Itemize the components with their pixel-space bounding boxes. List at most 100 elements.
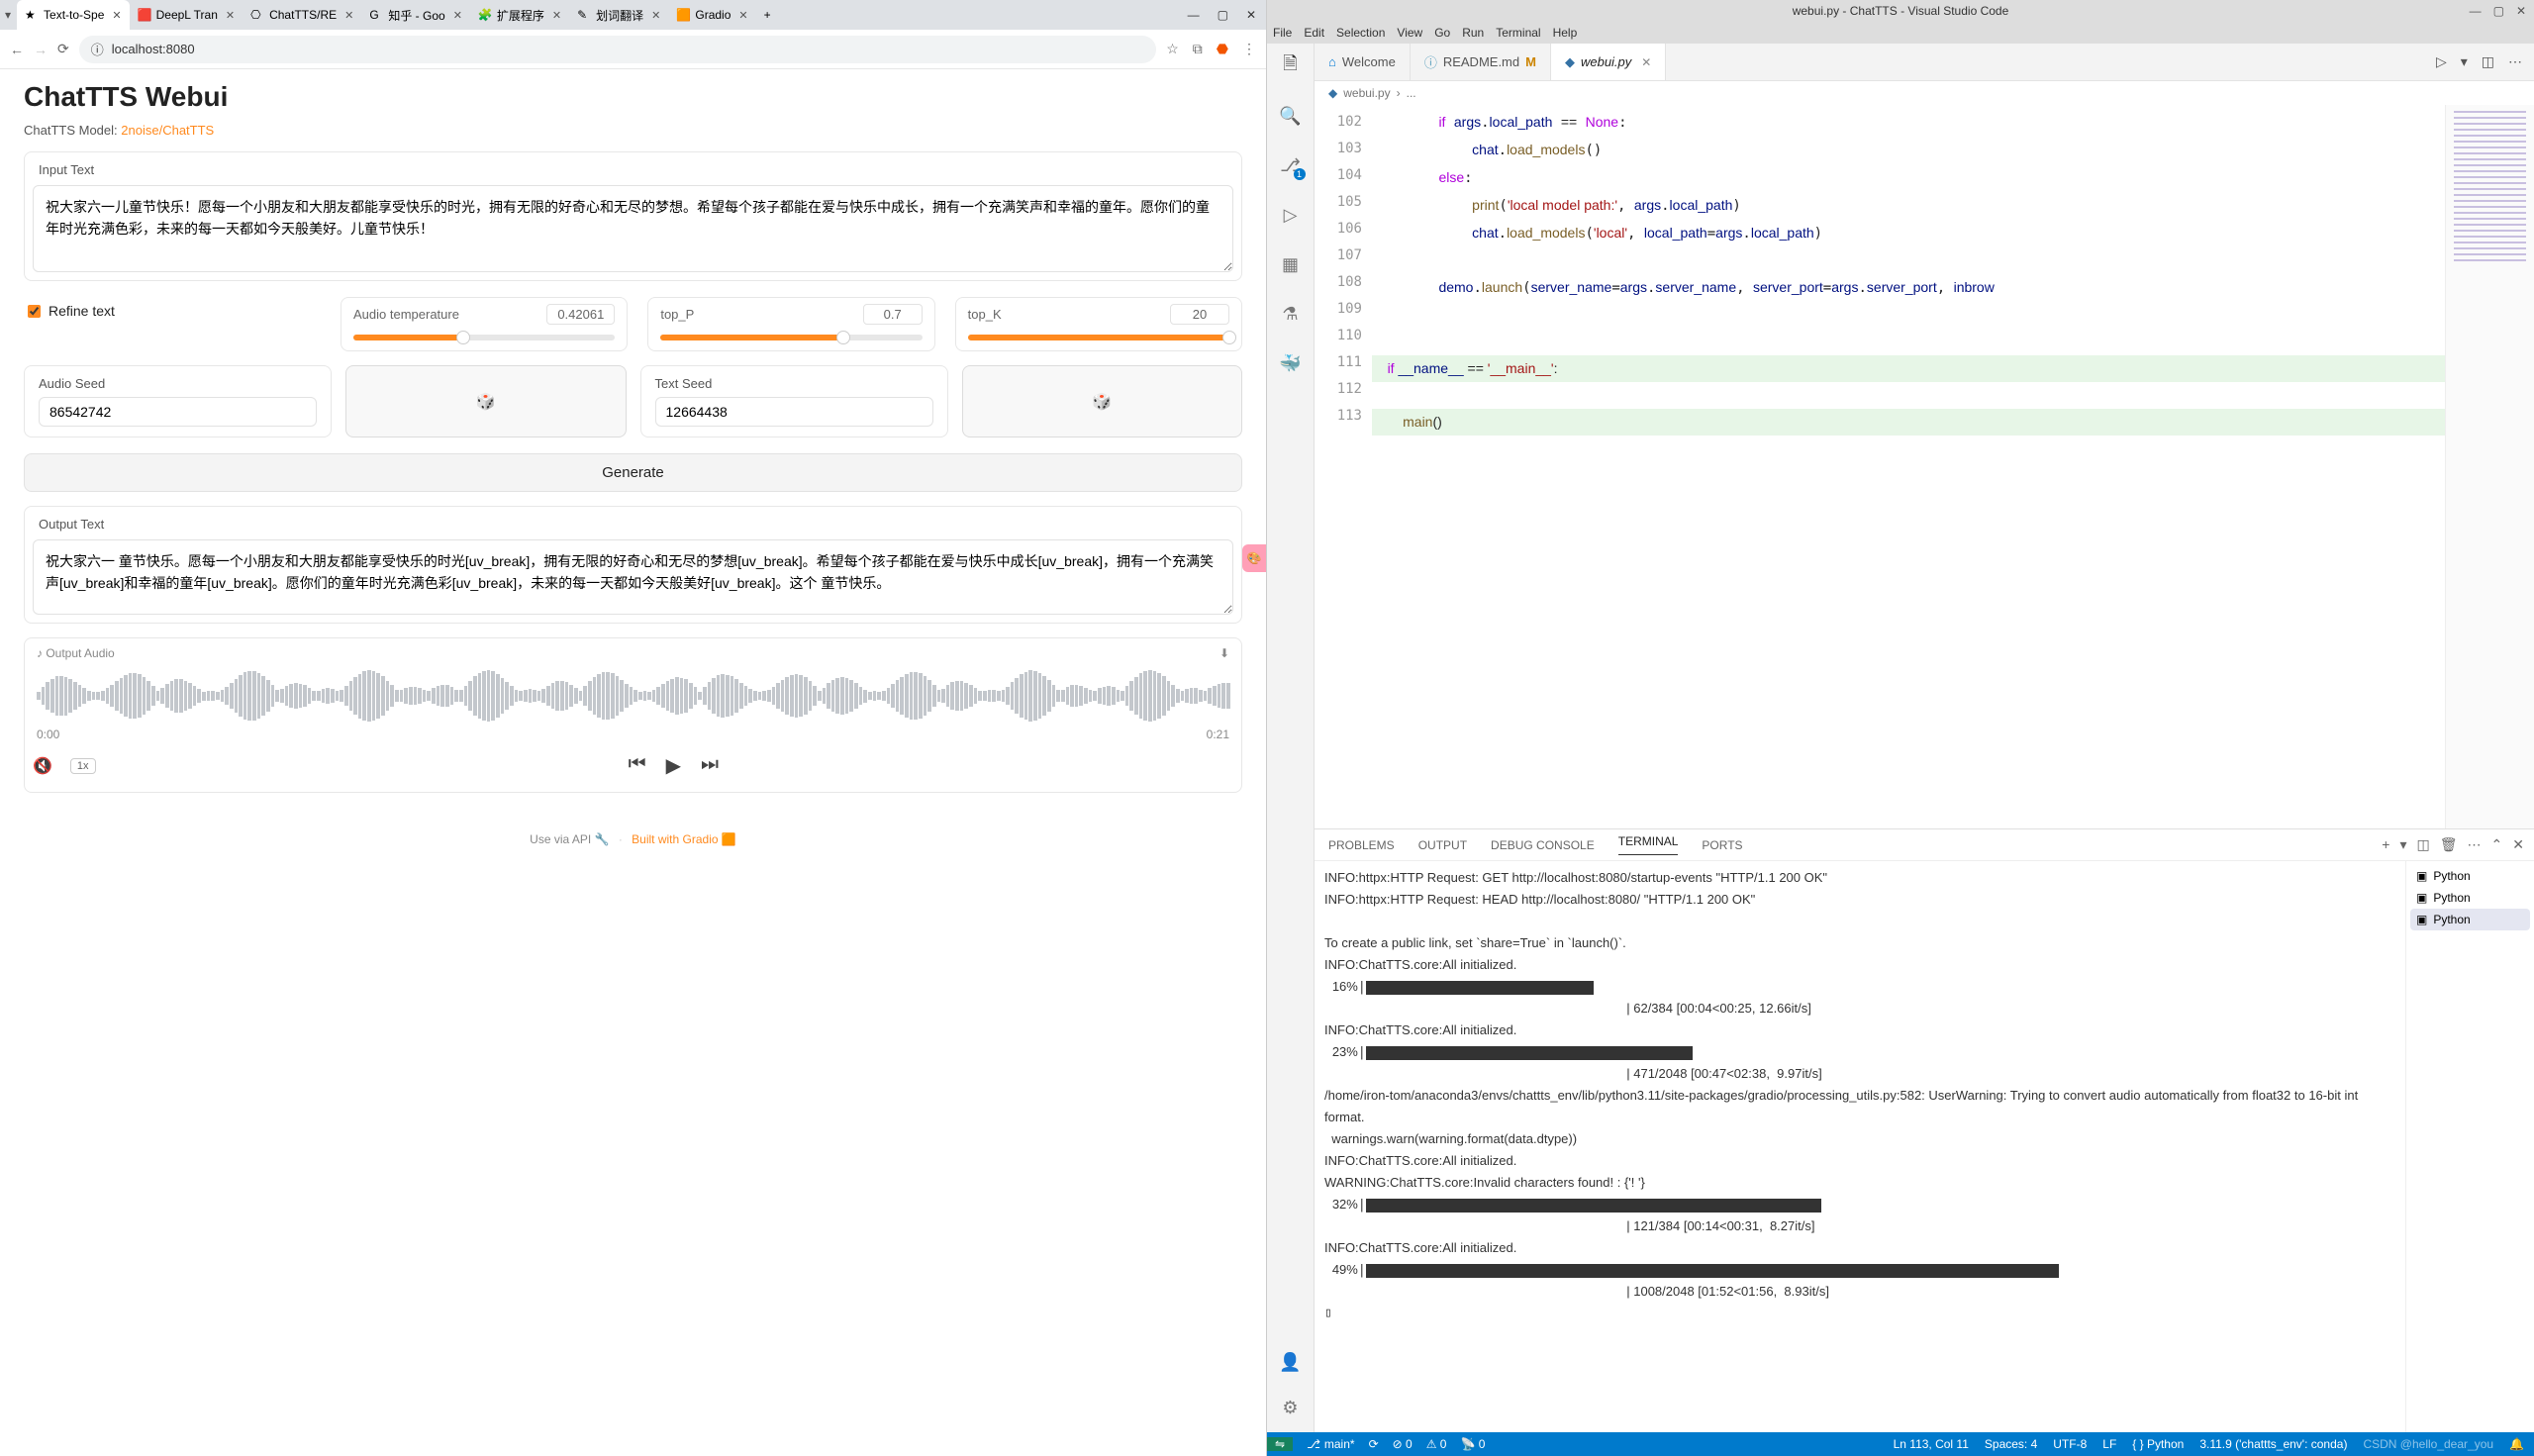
playback-rate[interactable]: 1x: [70, 758, 96, 774]
tab-debug-console[interactable]: DEBUG CONSOLE: [1491, 838, 1595, 852]
terminal-dropdown-icon[interactable]: ▾: [2399, 836, 2406, 853]
generate-button[interactable]: Generate: [24, 453, 1242, 492]
notifications-icon[interactable]: 🔔: [2509, 1437, 2524, 1451]
site-info-icon[interactable]: ⓘ: [91, 40, 104, 58]
close-icon[interactable]: ✕: [552, 9, 561, 22]
terminal-item[interactable]: ▣ Python: [2410, 865, 2530, 887]
brave-icon[interactable]: ⬣: [1217, 41, 1228, 57]
maximize-icon[interactable]: ▢: [1218, 8, 1228, 22]
terminal-item[interactable]: ▣ Python: [2410, 887, 2530, 909]
menu-terminal[interactable]: Terminal: [1496, 26, 1540, 40]
tab-deepl[interactable]: 🟥DeepL Tran✕: [130, 0, 243, 30]
menu-help[interactable]: Help: [1553, 26, 1578, 40]
menu-run[interactable]: Run: [1462, 26, 1484, 40]
terminal-item[interactable]: ▣ Python: [2410, 909, 2530, 930]
close-window-icon[interactable]: ✕: [2516, 4, 2526, 18]
docker-icon[interactable]: 🐳: [1278, 350, 1304, 376]
reload-icon[interactable]: ⟳: [57, 41, 69, 57]
sync-icon[interactable]: ⟳: [1369, 1437, 1379, 1451]
errors-count[interactable]: ⊘ 0: [1393, 1437, 1413, 1451]
testing-icon[interactable]: ⚗: [1278, 301, 1304, 327]
audio-seed-randomize-button[interactable]: 🎲: [345, 365, 626, 437]
tab-welcome[interactable]: ⌂Welcome: [1315, 44, 1411, 80]
menu-icon[interactable]: ⋮: [1242, 41, 1256, 57]
extensions-icon[interactable]: ▦: [1278, 251, 1304, 277]
indent-indicator[interactable]: Spaces: 4: [1985, 1437, 2037, 1451]
close-panel-icon[interactable]: ✕: [2512, 836, 2524, 853]
run-debug-icon[interactable]: ▷: [1278, 202, 1304, 228]
tab-dict[interactable]: ✎划词翻译✕: [569, 0, 668, 30]
search-icon[interactable]: 🔍: [1278, 103, 1304, 129]
download-audio-icon[interactable]: ⬇: [1219, 646, 1229, 660]
close-icon[interactable]: ✕: [651, 9, 660, 22]
ports-indicator[interactable]: 📡 0: [1460, 1437, 1485, 1451]
split-editor-icon[interactable]: ◫: [2482, 53, 2494, 70]
tab-zhihu[interactable]: G知乎 - Goo✕: [361, 0, 470, 30]
text-seed-input[interactable]: [655, 397, 933, 427]
encoding-indicator[interactable]: UTF-8: [2053, 1437, 2087, 1451]
explorer-icon[interactable]: 🗎: [1278, 53, 1304, 79]
favorite-icon[interactable]: ☆: [1166, 41, 1179, 57]
close-icon[interactable]: ✕: [738, 9, 747, 22]
run-dropdown-icon[interactable]: ▾: [2461, 53, 2468, 70]
play-icon[interactable]: ▶: [666, 753, 681, 778]
tab-chattts[interactable]: ⎔ChatTTS/RE✕: [243, 0, 361, 30]
tab-gradio[interactable]: 🟧Gradio✕: [668, 0, 755, 30]
tab-webui[interactable]: ◆webui.py✕: [1551, 44, 1666, 80]
close-icon[interactable]: ✕: [112, 9, 121, 22]
tab-output[interactable]: OUTPUT: [1418, 838, 1467, 852]
next-icon[interactable]: ⏭: [701, 753, 719, 778]
audio-temperature-slider[interactable]: Audio temperature0.42061: [341, 297, 628, 351]
maximize-icon[interactable]: ▢: [2493, 4, 2504, 18]
use-via-api-link[interactable]: Use via API 🔧: [530, 832, 609, 846]
waveform[interactable]: [33, 666, 1233, 726]
side-palette-tab[interactable]: 🎨: [1242, 544, 1266, 572]
settings-gear-icon[interactable]: ⚙: [1278, 1395, 1304, 1420]
close-icon[interactable]: ✕: [344, 9, 353, 22]
account-icon[interactable]: 👤: [1278, 1349, 1304, 1375]
minimize-icon[interactable]: —: [2470, 4, 2482, 18]
output-textarea[interactable]: 祝大家六一 童节快乐。愿每一个小朋友和大朋友都能享受快乐的时光[uv_break…: [33, 539, 1233, 615]
tab-problems[interactable]: PROBLEMS: [1328, 838, 1395, 852]
source-control-icon[interactable]: ⎇1: [1278, 152, 1304, 178]
close-window-icon[interactable]: ✕: [1246, 8, 1256, 22]
tab-terminal[interactable]: TERMINAL: [1618, 834, 1679, 855]
warnings-count[interactable]: ⚠ 0: [1426, 1437, 1447, 1451]
close-icon[interactable]: ✕: [1641, 55, 1651, 69]
extensions-icon[interactable]: ⧉: [1193, 41, 1203, 57]
close-icon[interactable]: ✕: [453, 9, 462, 22]
refine-text-checkbox[interactable]: Refine text: [24, 297, 321, 325]
python-env[interactable]: 3.11.9 ('chattts_env': conda): [2199, 1437, 2347, 1451]
prev-icon[interactable]: ⏮: [629, 753, 646, 778]
terminal-output[interactable]: INFO:httpx:HTTP Request: GET http://loca…: [1315, 861, 2405, 1432]
split-terminal-icon[interactable]: ◫: [2417, 836, 2430, 853]
remote-indicator[interactable]: ⇋: [1267, 1437, 1293, 1451]
minimize-icon[interactable]: —: [1188, 8, 1200, 22]
more-icon[interactable]: ⋯: [2468, 836, 2482, 853]
minimap[interactable]: [2445, 105, 2534, 828]
tab-text-to-speech[interactable]: ★Text-to-Spe✕: [17, 0, 130, 30]
language-mode[interactable]: { } Python: [2132, 1437, 2184, 1451]
eol-indicator[interactable]: LF: [2102, 1437, 2116, 1451]
close-icon[interactable]: ✕: [226, 9, 235, 22]
branch-indicator[interactable]: ⎇ main*: [1307, 1437, 1355, 1451]
new-tab-button[interactable]: +: [756, 8, 779, 22]
mute-icon[interactable]: 🔇: [33, 756, 52, 776]
back-icon[interactable]: ←: [10, 42, 24, 57]
more-actions-icon[interactable]: ⋯: [2508, 53, 2522, 70]
new-terminal-icon[interactable]: +: [2382, 836, 2389, 853]
menu-go[interactable]: Go: [1434, 26, 1450, 40]
tab-extensions[interactable]: 🧩扩展程序✕: [470, 0, 569, 30]
built-with-gradio[interactable]: Built with Gradio 🟧: [632, 832, 736, 846]
audio-seed-input[interactable]: [39, 397, 317, 427]
menu-edit[interactable]: Edit: [1304, 26, 1324, 40]
tab-ports[interactable]: PORTS: [1702, 838, 1742, 852]
breadcrumb[interactable]: ◆ webui.py › ...: [1315, 81, 2534, 105]
top-p-slider[interactable]: top_P0.7: [647, 297, 934, 351]
menu-file[interactable]: File: [1273, 26, 1292, 40]
tab-readme[interactable]: ⓘREADME.mdM: [1411, 44, 1551, 80]
refine-checkbox-input[interactable]: [28, 305, 41, 318]
code-editor[interactable]: if args.local_path == None: chat.load_mo…: [1372, 105, 2445, 828]
model-link[interactable]: 2noise/ChatTTS: [121, 123, 214, 138]
cursor-position[interactable]: Ln 113, Col 11: [1894, 1437, 1969, 1451]
